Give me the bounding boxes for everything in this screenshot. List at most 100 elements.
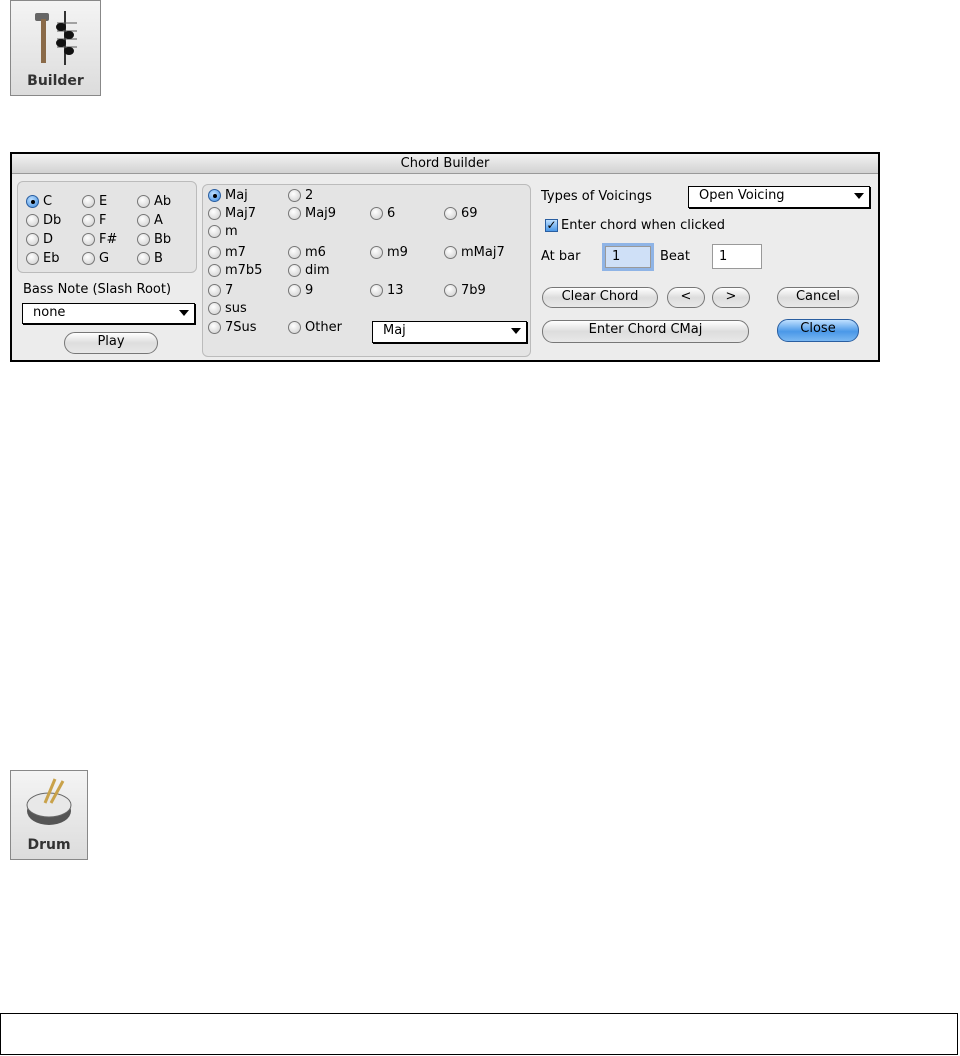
radio-icon bbox=[444, 246, 457, 259]
chord-type-radio-m6[interactable]: m6 bbox=[288, 245, 326, 260]
chord-type-radio-69[interactable]: 69 bbox=[444, 206, 478, 221]
radio-label: Db bbox=[43, 213, 62, 228]
root-radio-fsharp[interactable]: F# bbox=[82, 232, 117, 247]
drum-icon-button[interactable]: Drum bbox=[10, 770, 88, 860]
other-type-value: Maj bbox=[383, 323, 406, 338]
radio-label: m9 bbox=[387, 245, 408, 260]
chord-type-radio-7[interactable]: 7 bbox=[208, 283, 233, 298]
chord-type-radio-other[interactable]: Other bbox=[288, 320, 342, 335]
radio-label: m7 bbox=[225, 245, 246, 260]
chord-type-radio-maj7[interactable]: Maj7 bbox=[208, 206, 256, 221]
chevron-down-icon bbox=[179, 310, 189, 316]
next-button[interactable]: > bbox=[712, 287, 750, 308]
chord-type-radio-mmaj7[interactable]: mMaj7 bbox=[444, 245, 505, 260]
radio-icon bbox=[82, 214, 95, 227]
chord-type-radio-2[interactable]: 2 bbox=[288, 188, 313, 203]
radio-label: sus bbox=[225, 301, 247, 316]
radio-icon bbox=[82, 252, 95, 265]
voicings-value: Open Voicing bbox=[699, 188, 785, 203]
dialog-title: Chord Builder bbox=[12, 154, 878, 174]
beat-label: Beat bbox=[660, 249, 690, 264]
radio-icon bbox=[137, 195, 150, 208]
radio-label: Maj9 bbox=[305, 206, 337, 221]
chord-type-radio-m[interactable]: m bbox=[208, 224, 238, 239]
enter-chord-button[interactable]: Enter Chord CMaj bbox=[542, 320, 749, 343]
close-button[interactable]: Close bbox=[777, 319, 859, 342]
radio-label: 69 bbox=[461, 206, 478, 221]
root-radio-e[interactable]: E bbox=[82, 194, 107, 209]
chord-type-radio-dim[interactable]: dim bbox=[288, 263, 330, 278]
chord-type-radio-m9[interactable]: m9 bbox=[370, 245, 408, 260]
radio-icon bbox=[208, 302, 221, 315]
radio-icon bbox=[288, 189, 301, 202]
radio-icon bbox=[82, 233, 95, 246]
previous-button[interactable]: < bbox=[667, 287, 705, 308]
radio-icon bbox=[288, 284, 301, 297]
radio-label: 13 bbox=[387, 283, 404, 298]
at-bar-input[interactable]: 1 bbox=[605, 246, 651, 268]
chevron-down-icon bbox=[854, 193, 864, 199]
play-button[interactable]: Play bbox=[64, 332, 158, 354]
voicings-select[interactable]: Open Voicing bbox=[688, 186, 870, 208]
radio-label: Eb bbox=[43, 251, 60, 266]
radio-label: D bbox=[43, 232, 54, 247]
chord-type-radio-6[interactable]: 6 bbox=[370, 206, 395, 221]
radio-label: mMaj7 bbox=[461, 245, 505, 260]
radio-label: 7Sus bbox=[225, 320, 257, 335]
clear-chord-button[interactable]: Clear Chord bbox=[542, 287, 658, 308]
root-radio-f[interactable]: F bbox=[82, 213, 106, 228]
chord-type-radio-13[interactable]: 13 bbox=[370, 283, 404, 298]
other-type-select[interactable]: Maj bbox=[372, 321, 527, 343]
radio-icon bbox=[370, 207, 383, 220]
radio-icon bbox=[208, 321, 221, 334]
radio-label: dim bbox=[305, 263, 330, 278]
chord-type-radio-m7b5[interactable]: m7b5 bbox=[208, 263, 262, 278]
root-radio-b[interactable]: B bbox=[137, 251, 163, 266]
radio-label: Other bbox=[305, 320, 342, 335]
radio-label: Bb bbox=[154, 232, 172, 247]
chord-type-radio-m7[interactable]: m7 bbox=[208, 245, 246, 260]
checkbox-checked-icon: ✓ bbox=[545, 218, 558, 232]
chord-type-radio-maj[interactable]: Maj bbox=[208, 188, 248, 203]
bottom-box bbox=[0, 1013, 958, 1055]
radio-label: m7b5 bbox=[225, 263, 263, 278]
radio-icon bbox=[208, 264, 221, 277]
radio-icon bbox=[208, 207, 221, 220]
root-radio-eb[interactable]: Eb bbox=[26, 251, 59, 266]
chevron-down-icon bbox=[511, 328, 521, 334]
radio-icon bbox=[26, 214, 39, 227]
drum-label: Drum bbox=[27, 837, 71, 853]
chord-type-radio-maj9[interactable]: Maj9 bbox=[288, 206, 336, 221]
radio-label: E bbox=[99, 194, 108, 209]
radio-icon bbox=[208, 246, 221, 259]
radio-label: F bbox=[99, 213, 107, 228]
builder-label: Builder bbox=[27, 73, 84, 89]
radio-icon bbox=[444, 207, 457, 220]
root-radio-g[interactable]: G bbox=[82, 251, 109, 266]
bass-note-select[interactable]: none bbox=[22, 303, 195, 324]
chord-type-radio-7b9[interactable]: 7b9 bbox=[444, 283, 486, 298]
beat-input[interactable]: 1 bbox=[712, 244, 762, 269]
builder-icon-button[interactable]: Builder bbox=[10, 0, 101, 96]
enter-when-clicked-checkbox[interactable]: ✓ Enter chord when clicked bbox=[545, 218, 725, 233]
radio-icon bbox=[137, 214, 150, 227]
root-radio-d[interactable]: D bbox=[26, 232, 53, 247]
radio-label: B bbox=[154, 251, 163, 266]
radio-icon bbox=[82, 195, 95, 208]
radio-icon bbox=[208, 189, 221, 202]
root-radio-c[interactable]: C bbox=[26, 194, 52, 209]
radio-icon bbox=[208, 284, 221, 297]
radio-label: Ab bbox=[154, 194, 172, 209]
root-radio-ab[interactable]: Ab bbox=[137, 194, 171, 209]
radio-label: Maj7 bbox=[225, 206, 257, 221]
root-radio-bb[interactable]: Bb bbox=[137, 232, 171, 247]
radio-icon bbox=[444, 284, 457, 297]
cancel-button[interactable]: Cancel bbox=[777, 287, 859, 308]
root-radio-a[interactable]: A bbox=[137, 213, 163, 228]
chord-type-radio-sus[interactable]: sus bbox=[208, 301, 247, 316]
chord-type-radio-9[interactable]: 9 bbox=[288, 283, 313, 298]
drum-icon bbox=[26, 778, 72, 825]
root-radio-db[interactable]: Db bbox=[26, 213, 61, 228]
chord-type-radio-7sus[interactable]: 7Sus bbox=[208, 320, 257, 335]
radio-label: G bbox=[99, 251, 110, 266]
